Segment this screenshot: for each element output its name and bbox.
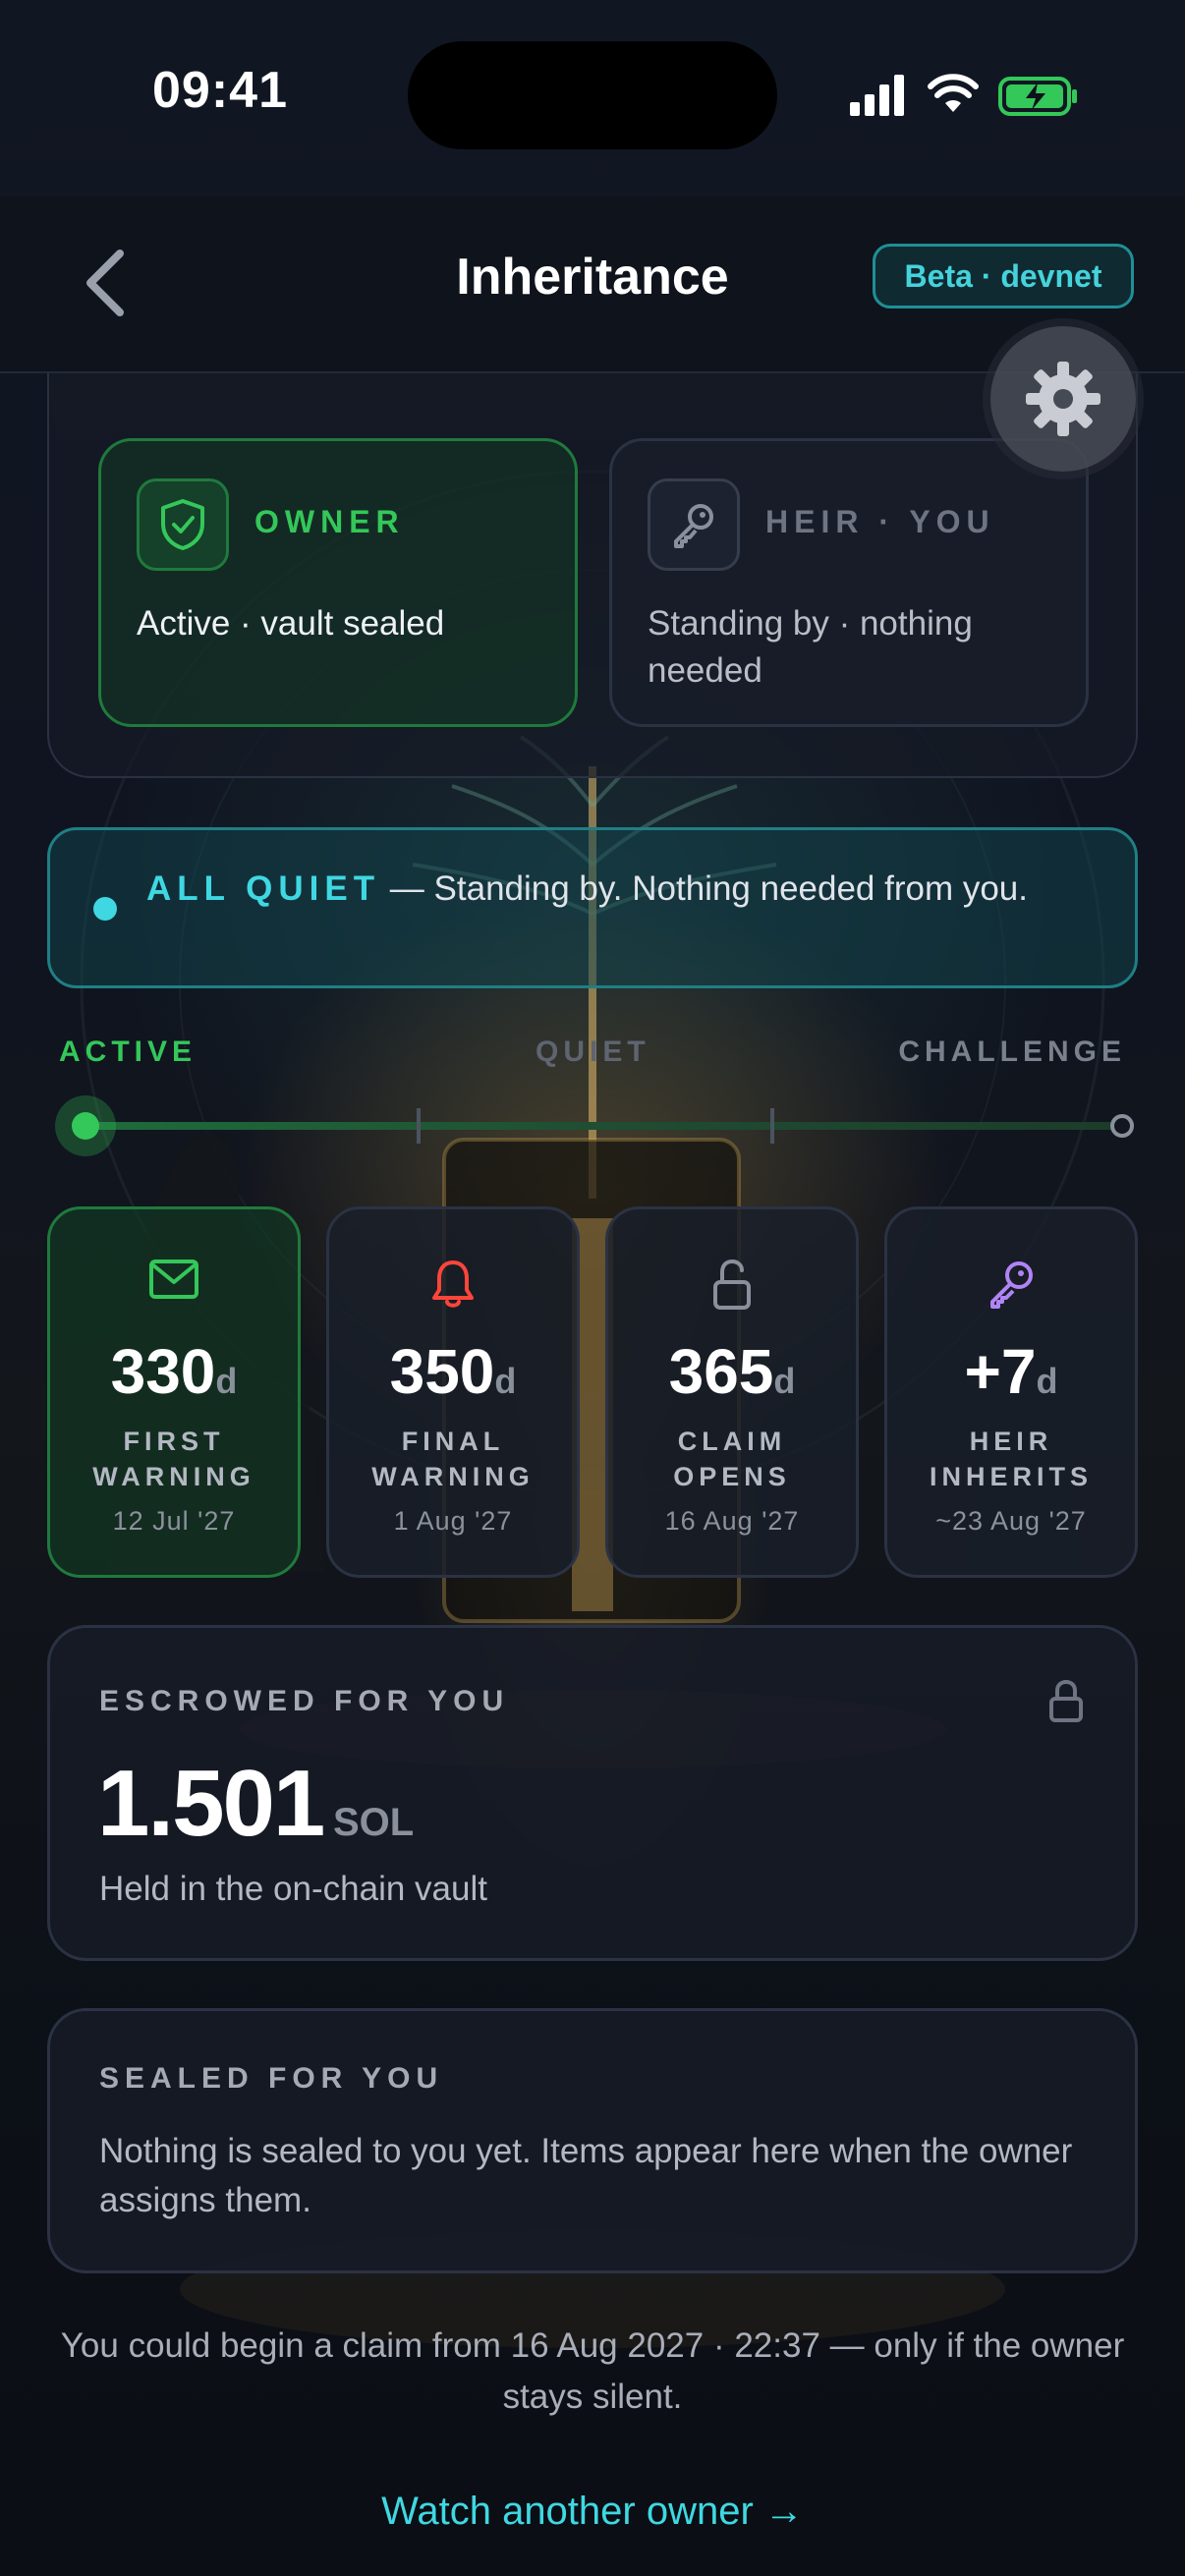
claim-note: You could begin a claim from 16 Aug 2027…: [60, 2326, 1125, 2416]
roles-panel: OWNER Active · vault sealed HEIR · YOU S…: [47, 373, 1138, 778]
escrow-currency: SOL: [333, 1801, 415, 1844]
network-badge: Beta · devnet: [873, 244, 1134, 308]
milestone-date: 1 Aug '27: [393, 1506, 513, 1536]
milestone-name: FIRST WARNING: [92, 1427, 255, 1491]
milestone-name: HEIR INHERITS: [929, 1427, 1093, 1491]
sealed-label: SEALED FOR YOU: [99, 2062, 444, 2095]
sealed-card: SEALED FOR YOU Nothing is sealed to you …: [47, 2008, 1138, 2273]
owner-label: OWNER: [254, 504, 405, 539]
stage-progress-knob: [55, 1095, 116, 1156]
stage-quiet-label: QUIET: [536, 1036, 650, 1068]
banner-text: ALL QUIET — Standing by. Nothing needed …: [146, 868, 1076, 911]
milestone-date: 12 Jul '27: [112, 1506, 236, 1536]
milestone-date: 16 Aug '27: [664, 1506, 800, 1536]
stage-end-marker: [1110, 1114, 1134, 1138]
milestone-unit: d: [1036, 1361, 1058, 1401]
milestone-value: 330: [110, 1336, 216, 1407]
stage-divider-tick: [417, 1108, 421, 1144]
status-time: 09:41: [152, 62, 288, 119]
watch-another-owner-link[interactable]: Watch another owner →: [0, 2490, 1185, 2534]
stage-active-label: ACTIVE: [59, 1036, 198, 1068]
status-dot: [93, 897, 117, 921]
heir-status: Standing by · nothing needed: [648, 604, 973, 690]
lock-icon: [1049, 1679, 1083, 1722]
heir-icon-frame: [648, 478, 740, 571]
banner-headline: ALL QUIET: [146, 869, 381, 908]
bell-icon: [432, 1260, 474, 1308]
milestone-name: CLAIM OPENS: [673, 1427, 791, 1491]
envelope-icon: [149, 1260, 198, 1299]
milestone-unit: d: [215, 1361, 238, 1401]
battery-charging-icon: [998, 77, 1077, 116]
navigation-bar: Inheritance Beta · devnet: [0, 196, 1185, 373]
owner-status: Active · vault sealed: [137, 604, 445, 643]
milestone-card-heir-inherits: +7d HEIR INHERITS ~23 Aug '27: [884, 1206, 1138, 1578]
milestone-unit: d: [773, 1361, 796, 1401]
milestone-name: FINAL WARNING: [371, 1427, 535, 1491]
gear-icon: [1026, 362, 1100, 436]
banner-message: Standing by. Nothing needed from you.: [433, 869, 1028, 908]
milestone-unit: d: [494, 1361, 517, 1401]
banner-separator: —: [380, 869, 434, 908]
settings-button[interactable]: [990, 326, 1136, 472]
cellular-signal-icon: [850, 75, 904, 116]
unlock-icon: [713, 1259, 751, 1310]
escrow-label: ESCROWED FOR YOU: [99, 1685, 510, 1717]
milestone-value: 350: [389, 1336, 495, 1407]
heir-role-card: HEIR · YOU Standing by · nothing needed: [609, 438, 1089, 727]
heir-label: HEIR · YOU: [765, 504, 995, 539]
key-icon: [674, 504, 713, 548]
dynamic-island: [408, 41, 777, 149]
milestone-card-first-warning: 330d FIRST WARNING 12 Jul '27: [47, 1206, 301, 1578]
owner-icon-frame: [137, 478, 229, 571]
sealed-body: Nothing is sealed to you yet. Items appe…: [99, 2132, 1073, 2219]
escrow-amount: 1.501: [97, 1751, 325, 1856]
escrow-card: ESCROWED FOR YOU 1.501 SOL Held in the o…: [47, 1625, 1138, 1961]
milestone-value: +7: [964, 1336, 1037, 1407]
milestone-value: 365: [668, 1336, 774, 1407]
milestone-card-claim-opens: 365d CLAIM OPENS 16 Aug '27: [605, 1206, 859, 1578]
shield-check-icon: [161, 499, 204, 550]
stage-challenge-label: CHALLENGE: [898, 1036, 1126, 1068]
key-icon: [990, 1261, 1033, 1309]
stage-divider-tick: [770, 1108, 774, 1144]
status-banner: ALL QUIET — Standing by. Nothing needed …: [47, 827, 1138, 988]
status-bar: 09:41: [0, 0, 1185, 196]
milestone-card-final-warning: 350d FINAL WARNING 1 Aug '27: [326, 1206, 580, 1578]
wifi-icon: [928, 74, 979, 112]
escrow-note: Held in the on-chain vault: [99, 1870, 487, 1908]
milestone-date: ~23 Aug '27: [935, 1506, 1087, 1536]
owner-role-card: OWNER Active · vault sealed: [98, 438, 578, 727]
stage-progress-track: [86, 1122, 1126, 1130]
